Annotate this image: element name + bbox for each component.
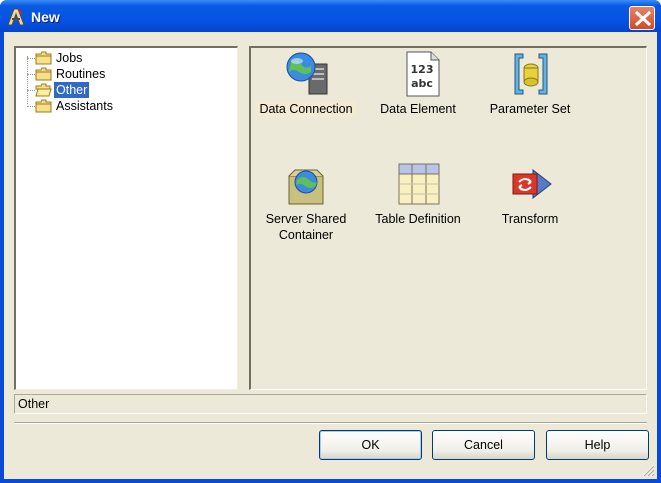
item-transform[interactable]: Transform [475,160,585,230]
close-button[interactable] [629,6,655,30]
data-connection-icon [286,52,328,95]
tree-branch-line [27,106,35,107]
category-tree[interactable]: Jobs Routines Other Assistants [14,46,238,390]
new-dialog: New Jobs Routines Other Assistants Data … [0,0,661,483]
dialog-body: Jobs Routines Other Assistants Data Conn… [4,32,657,479]
server-shared-container-icon [288,169,324,205]
divider [14,422,647,424]
data-element-icon: 123 abc [406,51,440,97]
close-icon [634,10,652,27]
ok-button[interactable]: OK [319,430,422,460]
table-definition-icon [398,163,440,205]
tree-branch-line [27,90,35,91]
tree-item-label: Routines [56,67,106,81]
item-label: Transform [501,212,559,226]
title-bar[interactable]: New [0,0,661,32]
tree-connector [27,56,28,104]
tree-item-label: Jobs [56,51,83,65]
item-label: Parameter Set [489,102,571,116]
open-folder-icon [35,83,52,97]
item-list[interactable]: Data Connection 123 abc Data Element Par… [249,46,647,390]
resize-grip-icon[interactable] [642,464,655,477]
glyph-text-bottom: abc [411,77,433,90]
tree-branch-line [27,74,35,75]
transform-icon [512,168,552,200]
item-parameter-set[interactable]: Parameter Set [475,50,585,120]
pane-splitter[interactable] [238,46,249,390]
item-label: Table Definition [375,212,461,226]
tree-item-label: Assistants [56,99,113,113]
tree-item-label: Other [54,82,90,98]
item-label: Data Connection [251,101,361,117]
item-label: Data Element [380,102,456,116]
folder-icon [35,51,52,65]
app-icon [7,8,25,26]
item-table-definition[interactable]: Table Definition [363,160,473,230]
tree-branch-line [27,58,35,59]
help-button[interactable]: Help [546,430,649,460]
item-server-shared-container[interactable]: Server Shared Container [251,160,361,244]
cancel-button[interactable]: Cancel [432,430,535,460]
parameter-set-icon [514,53,548,95]
window-title: New [31,9,60,25]
item-data-element[interactable]: 123 abc Data Element [363,50,473,120]
item-label: Server Shared Container [265,212,347,242]
folder-icon [35,99,52,113]
glyph-text-top: 123 [411,63,434,76]
item-data-connection[interactable]: Data Connection [251,50,361,120]
status-bar: Other [14,394,647,414]
folder-icon [35,67,52,81]
